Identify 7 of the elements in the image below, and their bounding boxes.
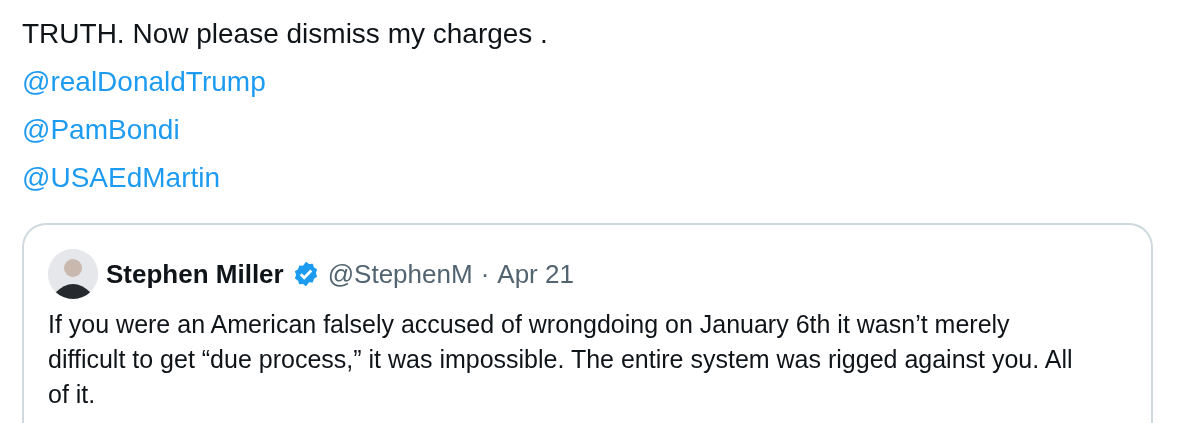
author-handle[interactable]: @StephenM: [327, 258, 473, 290]
separator: ·: [480, 258, 490, 290]
post-date[interactable]: Apr 21: [497, 258, 574, 290]
quoted-post-text: If you were an American falsely accused of wrongdoing on January 6th it wasn’t merely difficult to get “due process,” it was impossible. The entire system was rigged against you. All of it.: [48, 309, 1074, 410]
quoted-post-card[interactable]: [22, 223, 1153, 423]
author-name[interactable]: Stephen Miller: [106, 258, 284, 290]
post-text: TRUTH. Now please dismiss my charges .: [22, 17, 549, 51]
